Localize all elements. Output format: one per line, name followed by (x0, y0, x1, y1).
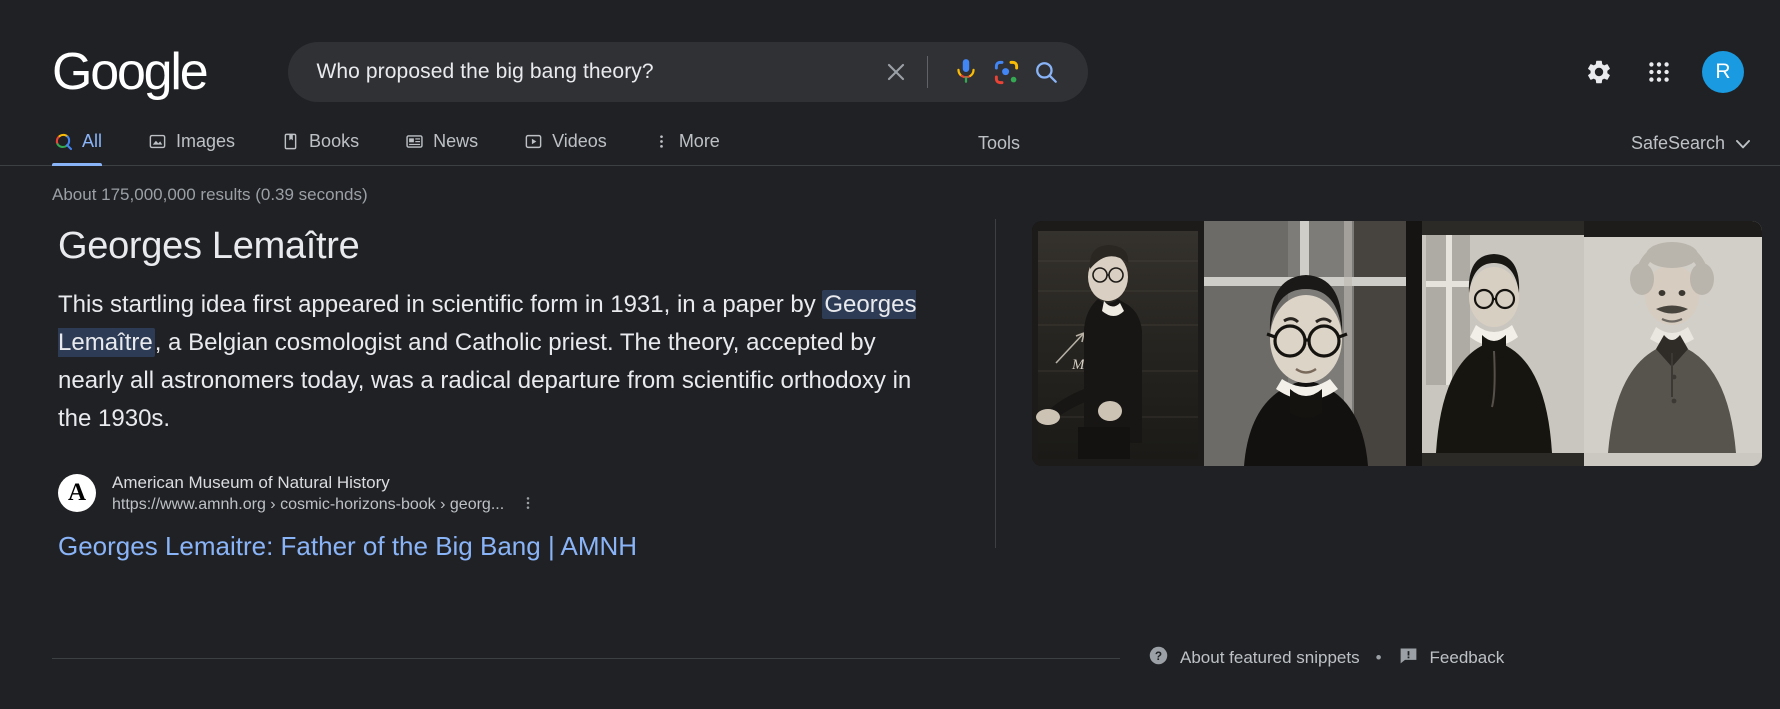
google-search-page: Google Who proposed the big bang theory?… (0, 0, 1780, 709)
about-label: About featured snippets (1180, 648, 1360, 667)
snippet-image-4[interactable] (1584, 221, 1762, 466)
search-input[interactable] (288, 59, 880, 85)
search-nav: All Images Books News Videos More Tools … (0, 118, 1780, 166)
snippet-image-3[interactable] (1406, 221, 1584, 466)
amnh-favicon: A (58, 474, 96, 513)
source-url: https://www.amnh.org › cosmic-horizons-b… (112, 496, 505, 514)
search-divider (927, 56, 929, 88)
tab-label: More (678, 130, 720, 151)
settings-gear-icon[interactable] (1576, 49, 1622, 95)
tab-label: Books (309, 130, 360, 151)
news-icon (405, 132, 424, 151)
image-strip: e M (1032, 221, 1762, 466)
snippet-images: e M (1032, 217, 1762, 562)
feedback-icon (1398, 645, 1419, 671)
header-right-controls: R (1576, 49, 1780, 95)
video-icon (524, 132, 543, 151)
image-icon (148, 132, 167, 151)
source-text: American Museum of Natural History https… (112, 472, 504, 516)
tab-more[interactable]: More (653, 117, 738, 165)
source-row: A American Museum of Natural History htt… (58, 472, 947, 516)
results-area: Georges Lemaître This startling idea fir… (0, 217, 1780, 562)
feedback-button[interactable]: Feedback (1398, 645, 1505, 671)
source-name: American Museum of Natural History (112, 472, 390, 492)
tab-label: Videos (552, 130, 607, 151)
tab-news[interactable]: News (405, 117, 496, 165)
results-stats: About 175,000,000 results (0.39 seconds) (52, 185, 368, 204)
search-bar (288, 42, 1089, 102)
snippet-text-before: This startling idea first appeared in sc… (58, 291, 823, 318)
search-icon (54, 132, 73, 151)
safesearch-label: SafeSearch (1630, 133, 1725, 153)
google-lens-icon[interactable] (986, 52, 1026, 92)
chevron-down-icon (1736, 133, 1750, 154)
about-featured-snippets[interactable]: ? About featured snippets (1148, 645, 1360, 671)
tab-all[interactable]: All (52, 117, 120, 166)
safesearch-dropdown[interactable]: SafeSearch (1631, 133, 1750, 154)
featured-snippet: Georges Lemaître This startling idea fir… (52, 217, 947, 562)
apps-grid-icon[interactable] (1636, 49, 1682, 95)
tab-books[interactable]: Books (281, 117, 377, 165)
microphone-icon[interactable] (946, 52, 986, 92)
tab-label: Images (176, 130, 236, 151)
snippet-footer: ? About featured snippets • Feedback (52, 645, 1750, 671)
help-icon: ? (1148, 645, 1169, 671)
vertical-divider (995, 219, 996, 549)
header: Google Who proposed the big bang theory?… (0, 0, 1780, 118)
result-link-title[interactable]: Georges Lemaitre: Father of the Big Bang… (58, 531, 947, 562)
tools-button[interactable]: Tools (978, 133, 1020, 154)
search-bar-icons (879, 52, 1088, 92)
snippet-body: This startling idea first appeared in sc… (58, 286, 918, 438)
feedback-label: Feedback (1429, 648, 1505, 667)
snippet-text-after: , a Belgian cosmologist and Catholic pri… (58, 328, 912, 432)
snippet-image-1[interactable]: e M (1032, 221, 1204, 466)
footer-divider (52, 657, 1120, 659)
kebab-icon (653, 132, 670, 151)
tab-images[interactable]: Images (148, 117, 253, 165)
avatar[interactable]: R (1702, 51, 1744, 93)
result-options-kebab-icon[interactable] (520, 493, 536, 515)
google-logo[interactable]: Google (52, 46, 209, 98)
clear-icon[interactable] (879, 55, 913, 89)
tab-videos[interactable]: Videos (524, 117, 625, 165)
book-icon (281, 132, 300, 151)
snippet-image-2[interactable] (1204, 221, 1406, 466)
search-submit-icon[interactable] (1026, 52, 1066, 92)
svg-text:?: ? (1155, 649, 1162, 663)
tab-label: All (82, 130, 103, 151)
svg-text:M: M (1071, 357, 1086, 373)
snippet-title: Georges Lemaître (58, 225, 360, 267)
footer-separator: • (1375, 648, 1382, 667)
tab-label: News (433, 130, 479, 151)
